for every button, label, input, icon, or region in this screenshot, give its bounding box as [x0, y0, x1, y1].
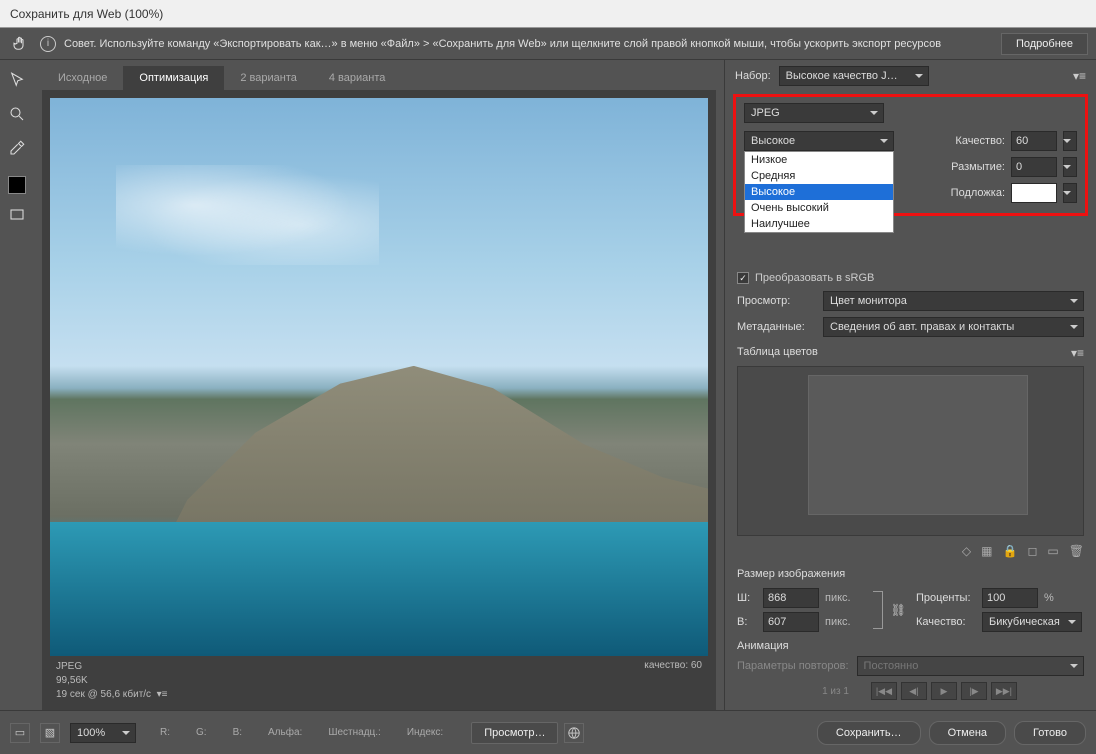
matte-label: Подложка:	[939, 187, 1005, 199]
quality-option-medium[interactable]: Средняя	[745, 168, 893, 184]
srgb-label: Преобразовать в sRGB	[755, 272, 874, 284]
tab-4up[interactable]: 4 варианта	[313, 66, 402, 90]
resample-select[interactable]: Бикубическая	[982, 612, 1082, 632]
color-table	[737, 366, 1084, 536]
anim-first-icon: |◀◀	[871, 682, 897, 700]
quality-dropdown-icon[interactable]	[1063, 131, 1077, 151]
tool-column	[0, 60, 34, 710]
slice-vis2-icon[interactable]: ▧	[40, 723, 60, 743]
save-button[interactable]: Сохранить…	[817, 721, 921, 745]
quality-option-veryhigh[interactable]: Очень высокий	[745, 200, 893, 216]
animation-label: Анимация	[725, 634, 1096, 654]
preset-label: Набор:	[735, 70, 771, 82]
window-title: Сохранить для Web (100%)	[0, 0, 1096, 28]
preview-button[interactable]: Просмотр…	[471, 722, 558, 744]
tab-optimized[interactable]: Оптимизация	[123, 66, 224, 90]
metadata-select[interactable]: Сведения об авт. правах и контакты	[823, 317, 1084, 337]
done-button[interactable]: Готово	[1014, 721, 1086, 745]
resample-label: Качество:	[916, 616, 976, 628]
color-table-menu-icon[interactable]: ▾≡	[1071, 346, 1084, 360]
percent-input[interactable]	[982, 588, 1038, 608]
height-label: В:	[737, 616, 757, 628]
cancel-button[interactable]: Отмена	[929, 721, 1006, 745]
frame-pager: 1 из 1	[804, 686, 867, 697]
color-readout: R:G:B: Альфа:Шестнадц.:Индекс:	[160, 727, 443, 738]
zoom-select[interactable]: 100%	[70, 723, 136, 743]
info-icon: i	[40, 36, 56, 52]
height-input[interactable]	[763, 612, 819, 632]
more-button[interactable]: Подробнее	[1001, 33, 1088, 55]
image-size-label: Размер изображения	[737, 568, 845, 580]
footer: ▭ ▧ 100% R:G:B: Альфа:Шестнадц.:Индекс: …	[0, 710, 1096, 754]
repeat-label: Параметры повторов:	[737, 660, 849, 672]
preview-mode-label: Просмотр:	[737, 295, 815, 307]
quality-option-high[interactable]: Высокое	[745, 184, 893, 200]
ct-trash-icon[interactable]: 🗑	[1069, 544, 1084, 558]
quality-option-max[interactable]: Наилучшее	[745, 216, 893, 232]
browser-preview-icon[interactable]	[564, 723, 584, 743]
preset-select[interactable]: Высокое качество J…	[779, 66, 929, 86]
tip-bar: i Совет. Используйте команду «Экспортиро…	[0, 28, 1096, 60]
highlighted-settings: JPEG Высокое Низкое Средняя Высокое Очен…	[733, 94, 1088, 216]
preview-tabs: Исходное Оптимизация 2 варианта 4 вариан…	[42, 60, 716, 90]
preview-mode-select[interactable]: Цвет монитора	[823, 291, 1084, 311]
quality-preset-dropdown: Низкое Средняя Высокое Очень высокий Наи…	[744, 151, 894, 233]
anim-next-icon: |▶	[961, 682, 987, 700]
blur-input[interactable]	[1011, 157, 1057, 177]
tip-text: Совет. Используйте команду «Экспортирова…	[64, 38, 993, 50]
image-preview[interactable]	[50, 98, 708, 656]
tab-2up[interactable]: 2 варианта	[224, 66, 313, 90]
quality-label: Качество:	[939, 135, 1005, 147]
pointer-tool-icon[interactable]	[5, 68, 29, 92]
ct-diamond-icon[interactable]: ◇	[962, 544, 971, 558]
preview-quality: качество: 60	[644, 660, 702, 702]
quality-input[interactable]	[1011, 131, 1057, 151]
panel-menu-icon[interactable]: ▾≡	[1073, 69, 1086, 83]
format-select[interactable]: JPEG	[744, 103, 884, 123]
repeat-select: Постоянно	[857, 656, 1084, 676]
eyedropper-tool-icon[interactable]	[5, 136, 29, 160]
anim-prev-icon: ◀|	[901, 682, 927, 700]
tab-original[interactable]: Исходное	[42, 66, 123, 90]
width-label: Ш:	[737, 592, 757, 604]
color-table-label: Таблица цветов	[737, 346, 818, 360]
ct-new-icon[interactable]: ▭	[1047, 544, 1058, 558]
link-icon[interactable]: ⛓	[891, 603, 906, 617]
ct-grid-icon[interactable]: ▦	[981, 544, 992, 558]
px-unit-2: пикс.	[825, 616, 865, 628]
settings-panel: Набор: Высокое качество J… ▾≡ JPEG Высок…	[724, 60, 1096, 710]
srgb-checkbox[interactable]: ✓	[737, 272, 749, 284]
width-input[interactable]	[763, 588, 819, 608]
matte-swatch[interactable]	[1011, 183, 1057, 203]
anim-play-icon: ▶	[931, 682, 957, 700]
percent-label: Проценты:	[916, 592, 976, 604]
percent-unit: %	[1044, 592, 1084, 604]
zoom-tool-icon[interactable]	[5, 102, 29, 126]
ct-cube-icon[interactable]: ◻	[1027, 544, 1037, 558]
hand-tool-icon[interactable]	[8, 32, 32, 56]
blur-dropdown-icon[interactable]	[1063, 157, 1077, 177]
color-swatch[interactable]	[8, 176, 26, 194]
blur-label: Размытие:	[939, 161, 1005, 173]
metadata-label: Метаданные:	[737, 321, 815, 333]
matte-dropdown-icon[interactable]	[1063, 183, 1077, 203]
ct-lock-icon[interactable]: 🔒	[1003, 544, 1018, 558]
slice-tool-icon[interactable]	[5, 204, 29, 228]
quality-preset-select[interactable]: Высокое	[744, 131, 894, 151]
slice-vis-icon[interactable]: ▭	[10, 723, 30, 743]
quality-option-low[interactable]: Низкое	[745, 152, 893, 168]
anim-last-icon: ▶▶|	[991, 682, 1017, 700]
link-brace-icon	[873, 591, 883, 629]
px-unit: пикс.	[825, 592, 865, 604]
preview-meta: JPEG 99,56K 19 сек @ 56,6 кбит/с ▾≡	[56, 660, 167, 702]
